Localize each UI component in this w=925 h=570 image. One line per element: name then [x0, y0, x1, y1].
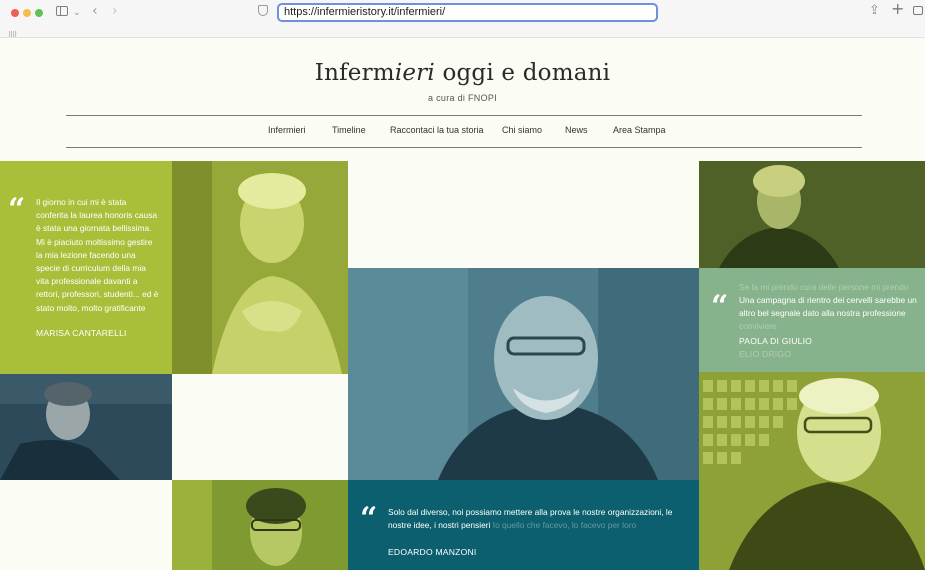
- quote-icon: “: [711, 289, 729, 324]
- site-title-italic: ieri: [394, 60, 435, 86]
- quote-card-edoardo-manzoni[interactable]: “ Solo dal diverso, noi possiamo mettere…: [348, 480, 699, 570]
- site-title-prefix: Inferm: [314, 60, 395, 86]
- portrait-man-curly-hair[interactable]: [0, 374, 172, 480]
- portrait-image: [172, 480, 348, 570]
- quote-text: Solo dal diverso, noi possiamo mettere a…: [388, 506, 678, 532]
- chevron-down-icon[interactable]: ⌄: [73, 6, 81, 20]
- grid-icon[interactable]: ⠿⠿: [8, 28, 17, 42]
- site-subtitle: a cura di FNOPI: [427, 93, 498, 103]
- nav-chi-siamo[interactable]: Chi siamo: [502, 125, 542, 135]
- quote-author-transition: ELIO DRIGO: [739, 349, 792, 359]
- portrait-elderly-man[interactable]: [699, 372, 925, 570]
- nav-timeline[interactable]: Timeline: [332, 125, 366, 135]
- quote-card-paola-di-giulio[interactable]: Se la mi prendo cura delle persone mi pr…: [699, 268, 925, 372]
- new-tab-icon[interactable]: +: [891, 1, 904, 17]
- address-bar-url: https://infermieristory.it/infermieri/: [284, 6, 446, 18]
- portrait-marisa-cantarelli[interactable]: [172, 161, 348, 374]
- nav-raccontaci[interactable]: Raccontaci la tua storia: [390, 125, 484, 135]
- zoom-window-button[interactable]: [35, 9, 43, 17]
- close-window-button[interactable]: [11, 9, 19, 17]
- forward-icon[interactable]: ›: [112, 4, 118, 18]
- quote-text-transition: conviviere: [739, 321, 777, 331]
- browser-toolbar: ⌄ ‹ › https://infermieristory.it/infermi…: [0, 0, 925, 39]
- quote-text-transition: Se la mi prendo cura delle persone mi pr…: [739, 282, 909, 292]
- site-title[interactable]: Infermieri oggi e domani: [0, 60, 925, 86]
- share-icon[interactable]: ⇪: [869, 4, 880, 18]
- portrait-image: [0, 374, 172, 480]
- address-bar[interactable]: https://infermieristory.it/infermieri/: [277, 3, 658, 22]
- quote-author: EDOARDO MANZONI: [388, 547, 477, 557]
- quote-author: MARISA CANTARELLI: [36, 328, 127, 338]
- quote-icon: “: [8, 192, 26, 227]
- tab-overview-icon[interactable]: [913, 6, 923, 15]
- site-title-suffix: oggi e domani: [434, 60, 611, 86]
- portrait-image: [699, 372, 925, 570]
- quote-text-transition: Io quello che facevo, lo facevo per loro: [492, 520, 637, 531]
- quote-icon: “: [360, 501, 378, 536]
- back-icon[interactable]: ‹: [92, 4, 98, 18]
- quote-text: Il giorno in cui mi è stata conferita la…: [36, 197, 159, 313]
- quote-author: PAOLA DI GIULIO: [739, 336, 813, 346]
- portrait-woman-glasses[interactable]: [172, 480, 348, 570]
- nav-news[interactable]: News: [565, 125, 588, 135]
- quote-text: Una campagna di rientro dei cervelli sar…: [739, 295, 917, 319]
- minimize-window-button[interactable]: [23, 9, 31, 17]
- nav-area-stampa[interactable]: Area Stampa: [613, 125, 666, 135]
- sidebar-icon[interactable]: [56, 6, 68, 16]
- privacy-shield-icon[interactable]: [258, 5, 268, 16]
- portrait-paola-di-giulio[interactable]: [699, 161, 925, 268]
- quote-card-marisa-cantarelli[interactable]: “ Il giorno in cui mi è stata conferita …: [0, 161, 172, 374]
- nav-infermieri[interactable]: Infermieri: [268, 125, 306, 135]
- nav-divider-top: [66, 115, 862, 116]
- portrait-image: [699, 161, 925, 268]
- nav-divider-bottom: [66, 147, 862, 148]
- portrait-image: [348, 268, 699, 480]
- portrait-featured-man[interactable]: [348, 268, 699, 480]
- portrait-image: [172, 161, 348, 374]
